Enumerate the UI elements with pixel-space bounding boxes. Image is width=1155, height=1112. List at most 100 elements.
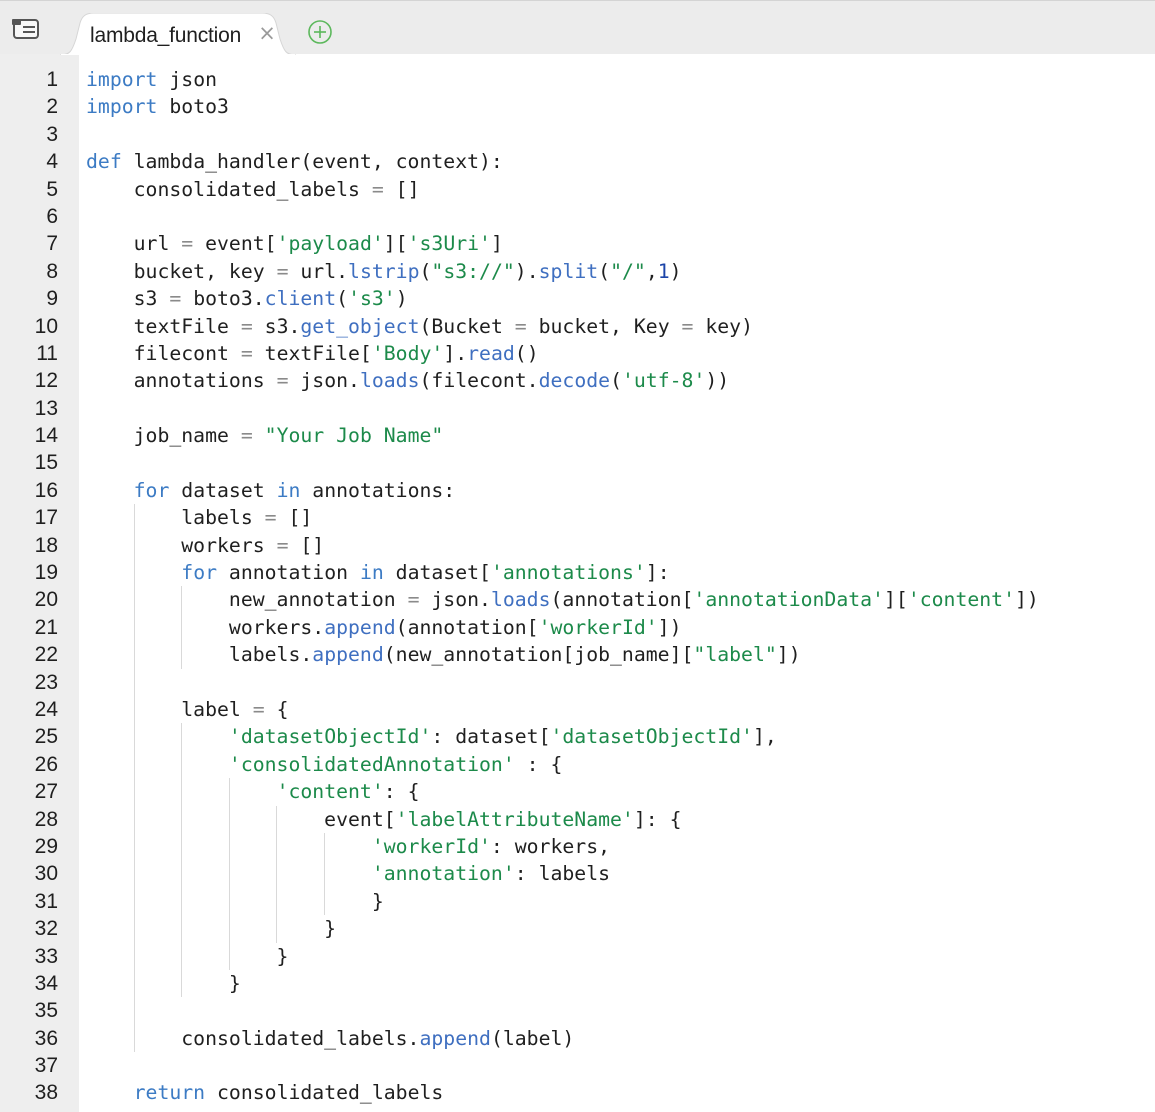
code-token: = (276, 533, 289, 557)
code-line[interactable]: 30 'annotation': labels (35, 860, 1155, 888)
code-line[interactable]: 19 for annotation in dataset['annotation… (35, 559, 1155, 587)
code-line[interactable]: 3 (46, 121, 1155, 148)
code-text: def lambda_handler(event, context): (86, 150, 503, 173)
code-token: new_annotation (86, 588, 408, 612)
code-line[interactable]: 2 import boto3 (46, 93, 1155, 120)
code-token: ( (336, 287, 349, 311)
code-token: in (276, 478, 301, 502)
code-token: 'content' (276, 780, 384, 804)
code-line[interactable]: 7 url = event['payload']['s3Uri'] (46, 230, 1155, 257)
code-line[interactable]: 12 annotations = json.loads(filecont.dec… (35, 367, 1155, 394)
code-line[interactable]: 33 } (35, 942, 1155, 970)
code-token: 'content' (907, 588, 1015, 612)
code-line[interactable]: 25 'datasetObjectId': dataset['datasetOb… (35, 723, 1155, 751)
code-text: job_name = "Your Job Name" (86, 424, 444, 448)
code-line[interactable]: 21 workers.append(annotation['workerId']… (35, 613, 1155, 642)
code-token: dataset[ (383, 561, 491, 585)
code-token: json (157, 68, 218, 91)
close-icon[interactable]: × (255, 21, 279, 45)
code-line[interactable]: 36 consolidated_labels.append(label) (35, 1024, 1155, 1053)
code-line[interactable]: 22 labels.append(new_annotation[job_name… (35, 641, 1155, 669)
code-line[interactable]: 5 consolidated_labels = [] (46, 176, 1155, 203)
code-line[interactable]: 10 textFile = s3.get_object(Bucket = buc… (35, 313, 1155, 340)
code-token: : { (383, 780, 420, 804)
code-line[interactable]: 28 event['labelAttributeName']: { (35, 805, 1155, 833)
code-text: labels = [] (86, 506, 312, 529)
code-text: url = event['payload']['s3Uri'] (86, 232, 503, 255)
code-text: bucket, key = url.lstrip("s3://").split(… (86, 260, 682, 283)
code-line[interactable]: 15 (35, 449, 1155, 476)
code-token: } (86, 889, 384, 913)
code-token: decode (538, 369, 611, 393)
code-line[interactable]: 23 (35, 668, 1155, 696)
code-text: annotations = json.loads(filecont.decode… (86, 369, 730, 393)
code-line[interactable]: 29 'workerId': workers, (35, 832, 1155, 861)
code-token: split (538, 259, 599, 283)
code-token: 'datasetObjectId' (550, 725, 753, 749)
code-token: } (86, 944, 289, 968)
code-line[interactable]: 27 'content': { (35, 778, 1155, 806)
code-token: s3 (86, 287, 170, 311)
code-text: 'annotation': labels (86, 862, 610, 885)
line-number: 36 (34, 1026, 58, 1050)
add-tab-icon[interactable] (306, 18, 334, 46)
code-token: boto3 (157, 95, 229, 119)
code-token: = (371, 177, 384, 201)
code-line[interactable]: 35 (35, 997, 1155, 1025)
code-token: read (467, 341, 515, 365)
code-line[interactable]: 31 } (35, 887, 1155, 916)
code-line[interactable]: 1 import json (46, 66, 1155, 93)
code-token: ]: (645, 561, 670, 585)
line-number: 28 (34, 807, 58, 831)
code-line[interactable]: 37 (35, 1052, 1155, 1079)
code-token: = (240, 314, 253, 338)
code-token: = (514, 314, 527, 338)
code-token: url (86, 232, 182, 256)
editor-pane[interactable]: 1 import json 2 import boto3 3 4 def lambda_ha… (0, 54, 1155, 1112)
code-line[interactable]: 17 labels = [] (35, 504, 1155, 532)
code-text: filecont = textFile['Body'].read() (86, 342, 539, 365)
code-line[interactable]: 24 label = { (35, 695, 1155, 724)
code-token: [] (383, 177, 420, 201)
code-token: annotations: (300, 478, 456, 502)
code-line[interactable]: 4 def lambda_handler(event, context): (46, 148, 1155, 175)
code-line[interactable]: 14 job_name = "Your Job Name" (35, 422, 1155, 449)
code-line[interactable]: 32 } (35, 915, 1155, 943)
code-token: workers (86, 533, 277, 557)
code-token: annotation (217, 561, 360, 585)
code-token: { (264, 697, 289, 721)
code-line[interactable]: 18 workers = [] (35, 531, 1155, 560)
code-line[interactable]: 20 new_annotation = json.loads(annotatio… (35, 586, 1155, 614)
code-token: 'workerId' (538, 615, 658, 639)
code-token: "label" (693, 643, 777, 667)
code-token: event[ (86, 807, 396, 831)
code-token: "Your Job Name" (264, 424, 444, 448)
code-line[interactable]: 8 bucket, key = url.lstrip("s3://").spli… (46, 258, 1155, 285)
tab-lambda-function[interactable]: lambda_function × (60, 13, 296, 55)
code-area[interactable]: 1 import json 2 import boto3 3 4 def lambda_ha… (35, 66, 1155, 1107)
code-token: = (240, 424, 253, 448)
line-number: 17 (34, 506, 58, 530)
code-text: textFile = s3.get_object(Bucket = bucket… (86, 315, 753, 338)
code-token: = (681, 314, 694, 338)
code-text: labels.append(new_annotation[job_name]["… (86, 643, 801, 666)
code-line[interactable]: 6 (46, 203, 1155, 230)
line-number: 3 (46, 122, 58, 146)
code-line[interactable]: 9 s3 = boto3.client('s3') (46, 285, 1155, 312)
code-line[interactable]: 38 return consolidated_labels (35, 1079, 1155, 1106)
code-line[interactable]: 11 filecont = textFile['Body'].read() (36, 340, 1155, 367)
code-text: return consolidated_labels (86, 1081, 444, 1104)
code-line[interactable]: 26 'consolidatedAnnotation' : { (35, 750, 1155, 779)
code-token: : workers, (490, 834, 611, 858)
code-token: s3. (252, 314, 301, 338)
code-editor-window: lambda_function × 1 import json 2 import bo… (0, 0, 1155, 1112)
line-number: 31 (34, 889, 58, 913)
line-number: 8 (46, 259, 58, 283)
code-line[interactable]: 16 for dataset in annotations: (35, 477, 1155, 504)
code-token: event[ (193, 232, 277, 256)
code-token: 's3' (348, 287, 396, 311)
code-token: (annotation[ (550, 588, 694, 612)
code-line[interactable]: 34 } (35, 969, 1155, 998)
menu-icon[interactable] (12, 18, 42, 40)
code-line[interactable]: 13 (35, 395, 1155, 422)
